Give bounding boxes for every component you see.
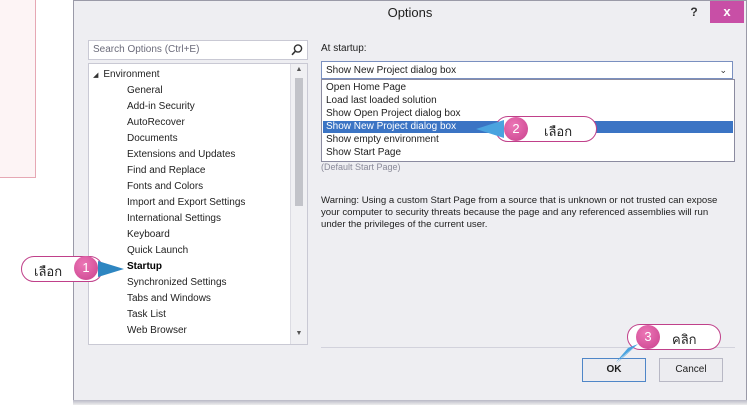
tree-item-extensions-and-updates[interactable]: Extensions and Updates [127, 149, 235, 160]
callout-1-arrow-icon [98, 261, 124, 277]
callout-2-text: เลือก [544, 124, 573, 139]
tree-scrollbar[interactable]: ▲ ▼ [290, 64, 307, 344]
scroll-up-arrow-icon[interactable]: ▲ [291, 66, 307, 78]
tree-item-autorecover[interactable]: AutoRecover [127, 117, 185, 128]
background-panel [0, 0, 36, 178]
at-startup-combobox[interactable]: Show New Project dialog box ⌄ [321, 61, 733, 79]
tree-item-fonts-and-colors[interactable]: Fonts and Colors [127, 181, 203, 192]
tree-item-import-export-settings[interactable]: Import and Export Settings [127, 197, 245, 208]
warning-text: Warning: Using a custom Start Page from … [321, 195, 718, 230]
search-icon[interactable] [290, 43, 304, 57]
scrollbar-thumb[interactable] [295, 78, 303, 206]
dropdown-option-load-last-solution[interactable]: Load last loaded solution [323, 95, 733, 107]
tree-item-documents[interactable]: Documents [127, 133, 178, 144]
chevron-down-icon[interactable]: ⌄ [719, 65, 727, 76]
callout-2-arrow-icon [476, 120, 504, 138]
callout-1-text: เลือก [34, 264, 63, 279]
dialog-title: Options [387, 5, 433, 20]
dropdown-option-open-home-page[interactable]: Open Home Page [323, 82, 733, 94]
dropdown-option-show-start-page[interactable]: Show Start Page [323, 147, 733, 159]
tree-item-international-settings[interactable]: International Settings [127, 213, 221, 224]
tree-next-item-partial [119, 338, 239, 344]
start-page-field-partial: (Default Start Page) [321, 162, 401, 172]
tree-root-environment[interactable]: ◢ Environment [93, 69, 160, 80]
collapse-triangle-icon[interactable]: ◢ [93, 72, 98, 79]
search-input[interactable]: Search Options (Ctrl+E) [88, 40, 308, 60]
cancel-button[interactable]: Cancel [659, 358, 723, 382]
tree-item-task-list[interactable]: Task List [127, 309, 166, 320]
at-startup-label: At startup: [321, 43, 367, 54]
tree-item-startup[interactable]: Startup [127, 261, 162, 272]
tree-item-find-and-replace[interactable]: Find and Replace [127, 165, 205, 176]
options-tree[interactable]: ◢ Environment General Add-in Security Aut… [88, 63, 308, 345]
combobox-selected-value: Show New Project dialog box [326, 65, 457, 76]
tree-item-web-browser[interactable]: Web Browser [127, 325, 187, 336]
close-button[interactable]: x [710, 1, 744, 23]
tree-item-general[interactable]: General [127, 85, 163, 96]
tree-item-synchronized-settings[interactable]: Synchronized Settings [127, 277, 227, 288]
callout-2-badge: 2 [504, 117, 528, 141]
search-placeholder: Search Options (Ctrl+E) [93, 44, 200, 55]
tree-item-tabs-and-windows[interactable]: Tabs and Windows [127, 293, 211, 304]
callout-1-badge: 1 [74, 256, 98, 280]
callout-3-arrow-icon [616, 344, 638, 364]
tree-item-quick-launch[interactable]: Quick Launch [127, 245, 188, 256]
tree-item-keyboard[interactable]: Keyboard [127, 229, 170, 240]
scroll-down-arrow-icon[interactable]: ▼ [291, 330, 307, 342]
help-button[interactable]: ? [684, 3, 704, 21]
tree-root-label: Environment [103, 69, 160, 80]
callout-3-text: คลิก [672, 332, 697, 347]
tree-item-add-in-security[interactable]: Add-in Security [127, 101, 195, 112]
dialog-shadow [73, 400, 747, 405]
